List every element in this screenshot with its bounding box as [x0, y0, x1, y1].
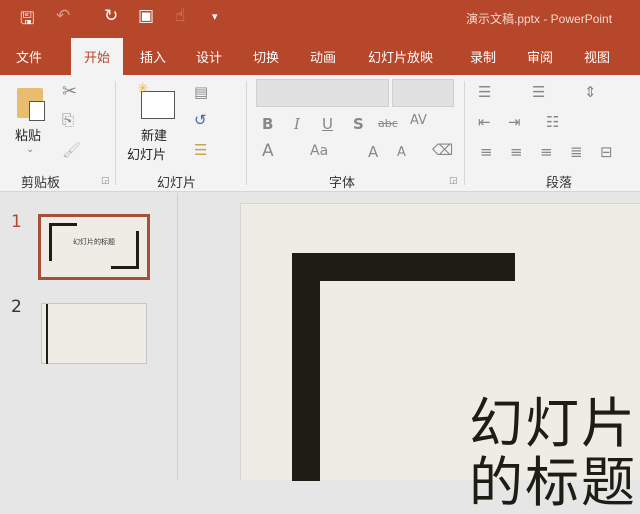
font-size-combo[interactable] [392, 79, 454, 107]
shrink-font-button[interactable]: A [397, 145, 406, 160]
tab-record[interactable]: 录制 [470, 47, 496, 66]
align-right-icon[interactable]: ≡ [540, 143, 553, 161]
chevron-down-icon: ⌄ [26, 144, 35, 155]
clear-formatting-icon[interactable]: ⌫ [432, 141, 453, 159]
bracket-shape [292, 253, 515, 281]
char-spacing-button[interactable]: AV [410, 113, 427, 128]
tab-review[interactable]: 审阅 [527, 47, 553, 66]
align-center-icon[interactable]: ≡ [510, 143, 523, 161]
new-slide-label-1: 新建 [141, 129, 168, 144]
group-label-clipboard: 剪贴板 [21, 176, 61, 191]
slide-thumbnail-1[interactable]: 幻灯片的标题 [38, 214, 150, 280]
align-left-icon[interactable]: ≡ [480, 143, 493, 161]
font-name-combo[interactable] [256, 79, 389, 107]
paste-label: 粘贴 [15, 129, 42, 144]
tab-view[interactable]: 视图 [584, 47, 610, 66]
page-icon [29, 101, 45, 121]
copy-icon[interactable]: ⎘ [62, 111, 74, 129]
italic-button[interactable]: I [294, 115, 300, 133]
redo-icon[interactable]: ↻ [104, 6, 118, 26]
separator [115, 81, 116, 185]
new-slide-label-2: 幻灯片 [127, 148, 167, 163]
slides-pane: 1 幻灯片的标题 2 [0, 193, 178, 480]
ribbon: 粘贴 ⌄ ✂ ⎘ 🖌 剪贴板 ◲ ✳ 新建 幻灯片 ▤ ↺ ☰ 幻灯片 B I … [0, 75, 640, 192]
slide-thumbnail-2[interactable] [41, 303, 147, 364]
line-spacing-icon[interactable]: ⇕ [584, 83, 597, 101]
bracket-shape [292, 253, 320, 481]
increase-indent-icon[interactable]: ⇥ [508, 113, 521, 131]
sparkle-icon: ✳ [137, 81, 149, 97]
separator [246, 81, 247, 185]
tab-slideshow[interactable]: 幻灯片放映 [368, 47, 433, 66]
group-label-slides: 幻灯片 [157, 176, 197, 191]
separator [464, 81, 465, 185]
bracket-shape [49, 223, 77, 226]
bold-button[interactable]: B [262, 115, 273, 133]
thumb-title: 幻灯片的标题 [73, 238, 115, 246]
bar-shape [46, 304, 48, 364]
change-case-button[interactable]: Aa [310, 143, 328, 159]
touch-icon[interactable]: ☝ [175, 6, 185, 26]
bracket-shape [111, 266, 139, 269]
tab-transitions[interactable]: 切换 [253, 47, 279, 66]
undo-icon[interactable]: ↶ [56, 6, 70, 26]
layout-icon[interactable]: ▤ [194, 83, 208, 101]
group-label-font: 字体 [329, 176, 356, 191]
font-color-button[interactable]: A [262, 141, 274, 161]
ribbon-tabs: 文件 开始 插入 设计 切换 动画 幻灯片放映 录制 审阅 视图 [0, 38, 640, 75]
title-bar: 🖫 ↶ ↻ ▣ ☝ ▾ 演示文稿.pptx - PowerPoint [0, 0, 640, 38]
bracket-shape [49, 223, 52, 261]
bracket-shape [136, 231, 139, 269]
reset-icon[interactable]: ↺ [194, 111, 207, 129]
strikethrough-button[interactable]: abc [378, 117, 398, 130]
slide-number: 1 [11, 212, 22, 232]
dialog-launcher-icon[interactable]: ◲ [449, 176, 458, 186]
save-icon[interactable]: 🖫 [20, 6, 34, 35]
customize-icon[interactable]: ▾ [212, 10, 218, 23]
cut-icon[interactable]: ✂ [62, 81, 77, 102]
tab-insert[interactable]: 插入 [140, 47, 166, 66]
section-icon[interactable]: ☰ [194, 141, 207, 159]
slide-canvas[interactable]: 幻灯片的标题 [240, 203, 640, 513]
group-label-paragraph: 段落 [546, 176, 573, 191]
dialog-launcher-icon[interactable]: ◲ [101, 176, 110, 186]
text-direction-icon[interactable]: ⊟ [600, 143, 613, 161]
underline-button[interactable]: U [322, 115, 333, 133]
decrease-indent-icon[interactable]: ⇤ [478, 113, 491, 131]
numbering-icon[interactable]: ☰ [532, 83, 545, 101]
present-icon[interactable]: ▣ [138, 6, 154, 26]
columns-icon[interactable]: ☷ [546, 113, 559, 131]
grow-font-button[interactable]: A [368, 143, 378, 161]
justify-icon[interactable]: ≣ [570, 143, 583, 161]
slide-title[interactable]: 幻灯片的标题 [469, 394, 639, 513]
format-painter-icon[interactable]: 🖌 [62, 141, 81, 159]
window-title: 演示文稿.pptx - PowerPoint [466, 12, 613, 26]
paste-button[interactable]: 粘贴 ⌄ [12, 81, 52, 161]
tab-design[interactable]: 设计 [196, 47, 222, 66]
tab-file[interactable]: 文件 [16, 47, 42, 66]
tab-animations[interactable]: 动画 [310, 47, 336, 66]
shadow-button[interactable]: S [353, 115, 364, 133]
tab-home[interactable]: 开始 [71, 38, 124, 75]
slide-number: 2 [11, 297, 22, 317]
new-slide-button[interactable]: ✳ 新建 幻灯片 [125, 81, 187, 167]
bullets-icon[interactable]: ☰ [478, 83, 491, 101]
